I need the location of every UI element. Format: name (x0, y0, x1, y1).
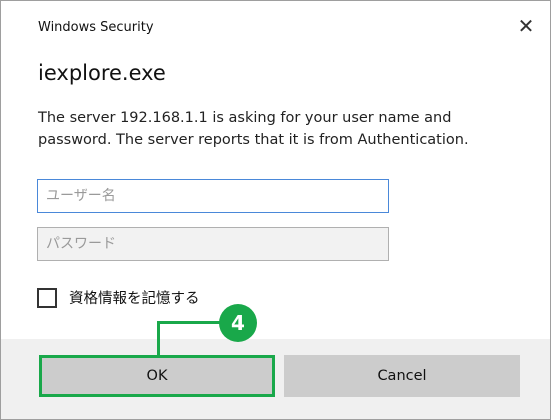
callout-connector-vertical (157, 321, 160, 356)
window-title: Windows Security (38, 20, 154, 35)
remember-credentials[interactable]: 資格情報を記憶する (37, 287, 200, 308)
password-input[interactable] (37, 227, 389, 261)
ok-button[interactable]: OK (39, 355, 275, 397)
remember-checkbox[interactable] (37, 287, 57, 308)
cancel-button[interactable]: Cancel (284, 355, 520, 397)
app-name: iexplore.exe (38, 61, 166, 85)
windows-security-dialog: Windows Security ✕ iexplore.exe The serv… (0, 0, 551, 420)
step-number-badge: 4 (219, 304, 257, 342)
close-icon[interactable]: ✕ (508, 11, 544, 41)
remember-label: 資格情報を記憶する (69, 291, 200, 307)
title-bar: Windows Security ✕ (1, 1, 550, 47)
auth-message: The server 192.168.1.1 is asking for you… (38, 110, 469, 148)
username-input[interactable] (37, 179, 389, 213)
callout-connector-horizontal (157, 321, 227, 324)
